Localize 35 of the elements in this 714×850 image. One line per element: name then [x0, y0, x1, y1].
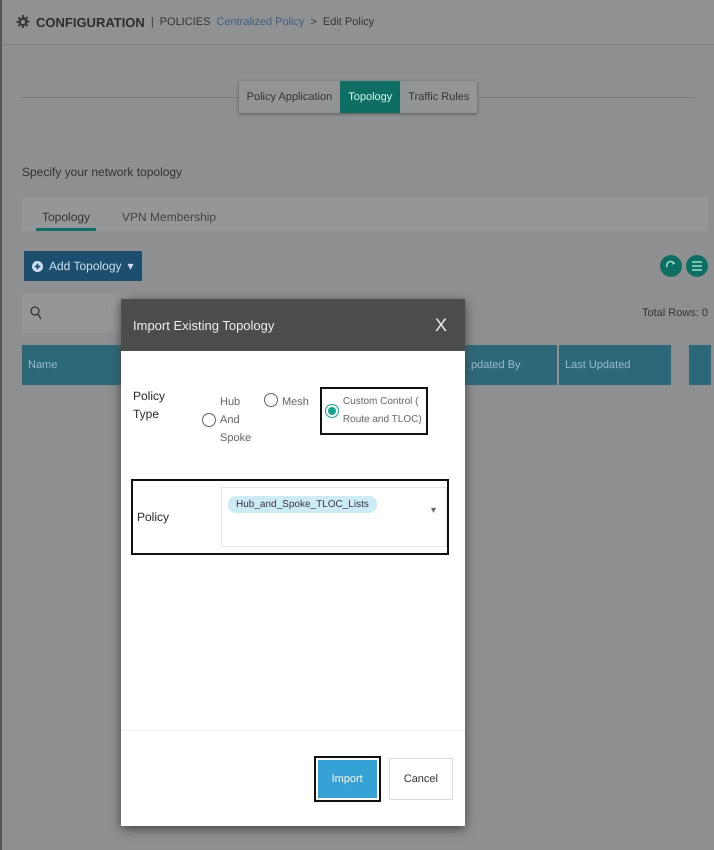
plus-circle-icon [32, 260, 43, 272]
dialog-title: Import Existing Topology [133, 318, 274, 332]
radio-option[interactable]: Hub And Spoke [197, 387, 253, 453]
policy-tag: Hub_and_Spoke_TLOC_Lists [228, 496, 377, 513]
menu-button[interactable] [686, 255, 708, 277]
column-header: Last Updated [559, 345, 671, 385]
step-tab[interactable]: Policy Application [238, 81, 340, 113]
search-field[interactable] [22, 293, 130, 333]
subtab[interactable]: Topology [36, 209, 96, 231]
policy-select[interactable]: Hub_and_Spoke_TLOC_Lists ▾ [221, 487, 447, 547]
policy-type-label: Policy Type [133, 388, 166, 423]
breadcrumb-current: Edit Policy [322, 16, 374, 28]
breadcrumb-separator: > [310, 16, 317, 28]
cancel-button[interactable]: Cancel [388, 758, 453, 800]
refresh-button[interactable] [660, 255, 682, 277]
step-tab[interactable]: Topology [340, 81, 400, 113]
title-separator: | [150, 16, 154, 28]
subsection-title: POLICIES [160, 16, 210, 28]
section-prompt: Specify your network topology [22, 165, 182, 179]
total-rows-count: Total Rows: 0 [642, 307, 708, 319]
section-title: CONFIGURATION [36, 14, 145, 30]
policy-label: Policy [136, 510, 170, 524]
close-button[interactable]: X [428, 314, 453, 336]
import-button[interactable]: Import [316, 758, 379, 800]
column-header: pdated By [465, 345, 557, 385]
search-icon [30, 306, 42, 320]
radio-option[interactable]: Custom Control ( Route and TLOC) [320, 387, 428, 435]
menu-icon [691, 261, 703, 271]
step-tab[interactable]: Traffic Rules [400, 81, 478, 113]
gear-icon [16, 15, 30, 29]
add-topology-button[interactable]: Add Topology ▾ [24, 251, 142, 281]
radio-option[interactable]: Mesh [259, 387, 314, 417]
caret-icon: ▾ [431, 504, 436, 516]
column-header [689, 345, 711, 385]
subtab[interactable]: VPN Membership [116, 209, 222, 231]
